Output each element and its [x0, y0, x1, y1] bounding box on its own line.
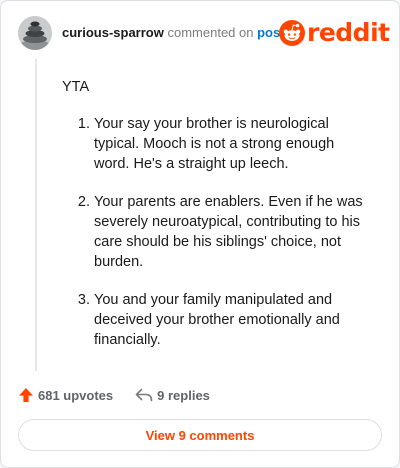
reply-count: 9 replies: [157, 387, 210, 403]
thread-line[interactable]: [35, 59, 37, 371]
comment-point: Your parents are enablers. Even if he wa…: [94, 192, 372, 272]
replies-button[interactable]: 9 replies: [135, 388, 210, 403]
comment-point: Your say your brother is neurological ty…: [94, 114, 372, 174]
user-avatar[interactable]: [18, 16, 52, 50]
reply-arrow-icon: [135, 388, 153, 402]
comment-point: You and your family manipulated and dece…: [94, 290, 372, 350]
reddit-brand[interactable]: reddit: [279, 19, 390, 47]
stacked-stones-avatar-icon: [18, 16, 52, 50]
upvote-button[interactable]: 681 upvotes: [18, 387, 113, 403]
comment-body: YTA Your say your brother is neurologica…: [62, 77, 372, 368]
username[interactable]: curious-sparrow: [62, 25, 164, 40]
upvote-count: 681 upvotes: [38, 387, 114, 403]
upvote-arrow-icon: [19, 388, 33, 402]
view-comments-button[interactable]: View 9 comments: [18, 419, 382, 451]
comment-header: curious-sparrow commented on post: [62, 25, 285, 41]
comment-opener: YTA: [62, 79, 90, 95]
comment-action-text: commented on: [167, 25, 254, 40]
comment-actions: 681 upvotes 9 replies: [18, 387, 210, 403]
reddit-wordmark: reddit: [307, 18, 390, 47]
comment-point-list: Your say your brother is neurological ty…: [62, 114, 372, 350]
reddit-snoo-icon: [279, 20, 305, 46]
comment-card: curious-sparrow commented on post reddit…: [0, 0, 400, 468]
